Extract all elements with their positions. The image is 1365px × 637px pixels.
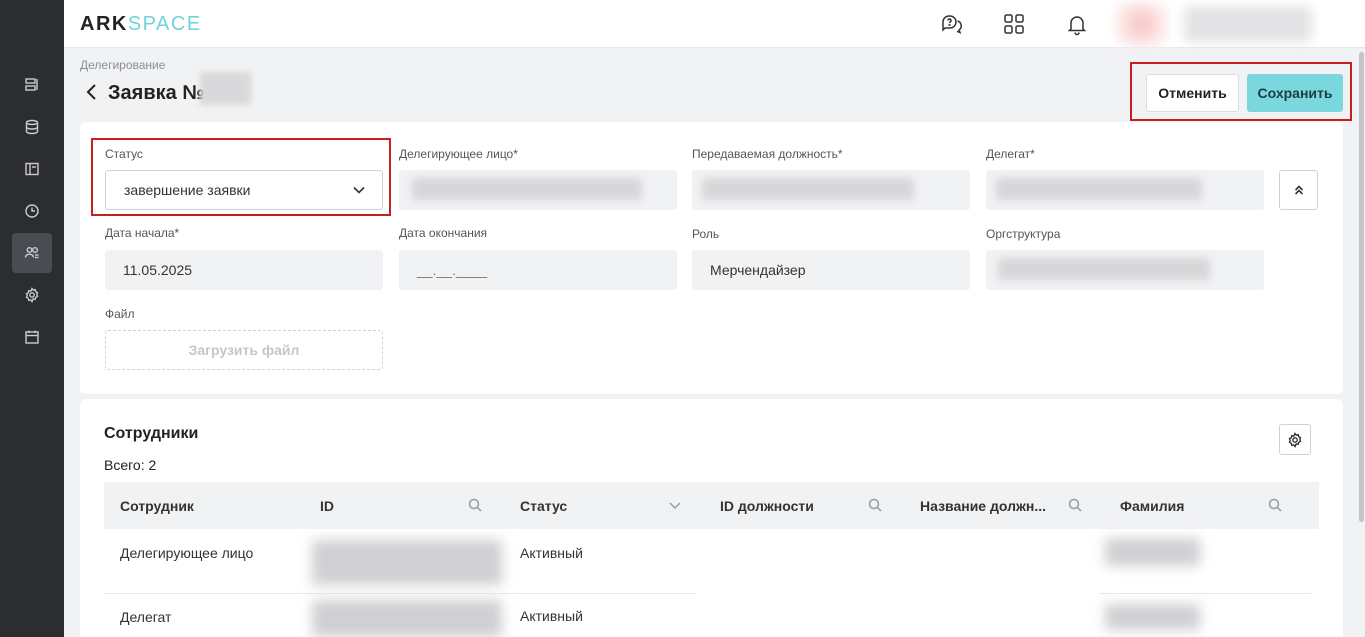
table-row-id-blurred — [312, 600, 502, 637]
delegate-value-blurred — [996, 178, 1202, 200]
search-icon[interactable] — [468, 498, 484, 514]
clock-icon — [25, 204, 39, 218]
table-row-employee: Делегат — [120, 609, 172, 625]
back-button[interactable] — [84, 82, 102, 102]
column-header-status[interactable]: Статус — [520, 482, 567, 529]
sidebar-item-list[interactable] — [12, 65, 52, 105]
column-header-last-name[interactable]: Фамилия — [1120, 482, 1184, 529]
search-icon[interactable] — [1068, 498, 1084, 514]
column-header-employee[interactable]: Сотрудник — [120, 482, 194, 529]
page-title: Заявка № — [108, 82, 205, 104]
search-icon[interactable] — [868, 498, 884, 514]
file-label: Файл — [105, 307, 135, 321]
status-select[interactable]: завершение заявки — [105, 170, 383, 210]
save-button[interactable]: Сохранить — [1247, 74, 1343, 112]
sidebar-item-book[interactable] — [12, 149, 52, 189]
position-value-blurred — [702, 178, 914, 200]
row-divider — [104, 593, 696, 594]
chevron-down-icon — [353, 186, 365, 194]
table-row-last-name-blurred — [1105, 538, 1200, 566]
delegating-person-value-blurred — [412, 178, 642, 200]
status-label: Статус — [105, 147, 143, 161]
sidebar-item-database[interactable] — [12, 107, 52, 147]
delegate-label: Делегат* — [986, 147, 1035, 161]
top-header: ARKSPACE — [64, 0, 1365, 48]
table-settings-button[interactable] — [1279, 424, 1311, 455]
table-row-last-name-blurred — [1105, 604, 1200, 630]
app-logo[interactable]: ARKSPACE — [80, 13, 202, 36]
chevron-left-icon — [86, 84, 96, 100]
start-date-field[interactable]: 11.05.2025 — [105, 250, 383, 290]
row-divider — [1100, 593, 1311, 594]
double-chevron-up-icon — [1294, 185, 1303, 195]
end-date-label: Дата окончания — [399, 226, 488, 240]
delegating-person-label: Делегирующее лицо* — [399, 147, 518, 161]
scrollbar-thumb[interactable] — [1359, 52, 1364, 522]
users-icon — [24, 247, 39, 259]
column-header-position-id[interactable]: ID должности — [720, 482, 814, 529]
sidebar-item-users[interactable] — [12, 233, 52, 273]
sidebar-item-settings[interactable] — [12, 275, 52, 315]
employees-total: Всего: 2 — [104, 457, 157, 473]
column-header-position-name[interactable]: Название должн... — [920, 482, 1046, 529]
breadcrumb[interactable]: Делегирование — [80, 58, 165, 72]
chevron-down-icon[interactable] — [668, 498, 684, 514]
table-row-employee: Делегирующее лицо — [120, 545, 254, 561]
column-header-id[interactable]: ID — [320, 482, 334, 529]
upload-file-button[interactable]: Загрузить файл — [105, 330, 383, 370]
book-icon — [25, 162, 39, 176]
collapse-button[interactable] — [1279, 170, 1318, 210]
user-name-blurred[interactable] — [1184, 6, 1312, 42]
table-row-status: Активный — [520, 545, 583, 561]
support-chat-icon[interactable] — [939, 12, 963, 36]
avatar[interactable] — [1114, 2, 1169, 46]
gear-icon — [25, 287, 39, 303]
position-label: Передаваемая должность* — [692, 147, 843, 161]
org-structure-label: Оргструктура — [986, 227, 1061, 241]
employees-title: Сотрудники — [104, 425, 199, 442]
calendar-icon — [25, 330, 39, 344]
cancel-button[interactable]: Отменить — [1146, 74, 1239, 112]
status-value: завершение заявки — [124, 182, 251, 198]
bell-icon[interactable] — [1065, 12, 1089, 36]
request-number-blurred — [200, 72, 251, 105]
sidebar-item-clock[interactable] — [12, 191, 52, 231]
gear-icon — [1288, 431, 1302, 448]
role-label: Роль — [692, 227, 720, 241]
org-structure-value-blurred — [998, 258, 1210, 280]
table-row-status: Активный — [520, 608, 583, 624]
table-row-id-blurred — [312, 540, 502, 585]
end-date-field[interactable]: __.__.____ — [399, 250, 677, 290]
search-icon[interactable] — [1268, 498, 1284, 514]
sidebar-item-calendar[interactable] — [12, 317, 52, 357]
start-date-label: Дата начала* — [105, 226, 180, 240]
list-icon — [25, 78, 38, 91]
role-field[interactable]: Мерчендайзер — [692, 250, 970, 290]
database-icon — [25, 119, 39, 135]
apps-grid-icon[interactable] — [1002, 12, 1026, 36]
sidebar — [0, 0, 64, 637]
